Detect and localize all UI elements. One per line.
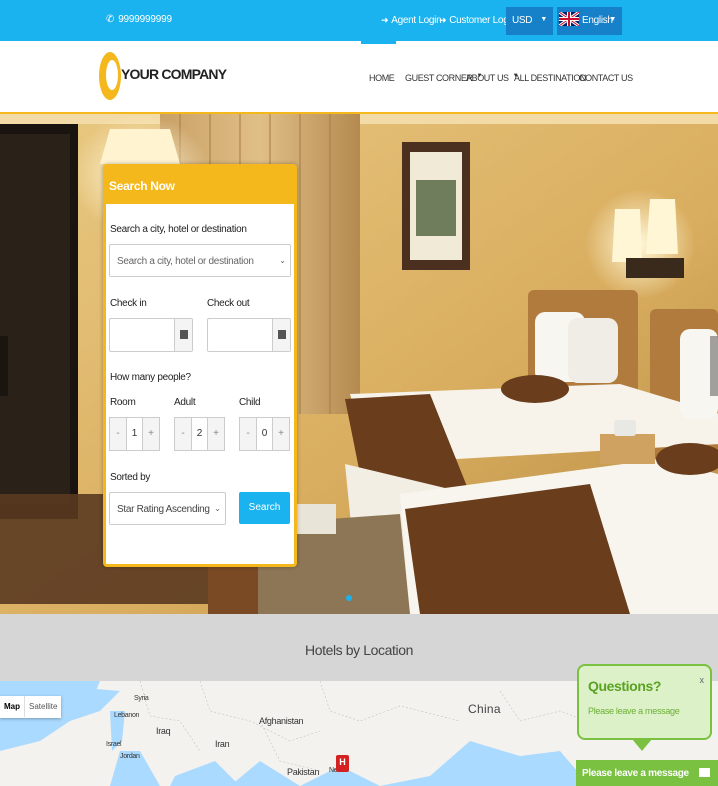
adult-label: Adult xyxy=(174,397,196,408)
search-panel-title: Search Now xyxy=(109,179,175,193)
room-decrement-button[interactable]: - xyxy=(110,418,127,450)
checkin-label: Check in xyxy=(110,298,147,309)
company-logo-text[interactable]: YOUR COMPANY xyxy=(121,66,227,82)
map-type-control: Map Satellite xyxy=(0,696,62,718)
map-label-china: China xyxy=(468,702,501,716)
chat-title: Questions? xyxy=(588,678,662,694)
slider-dot[interactable] xyxy=(346,595,352,601)
customer-login-link[interactable]: ➜ Customer Login xyxy=(439,15,516,26)
destination-select[interactable]: Search a city, hotel or destination ⌄ xyxy=(109,244,291,277)
people-label: How many people? xyxy=(110,372,191,383)
checkout-date-input[interactable] xyxy=(207,318,291,352)
room-value[interactable]: 1 xyxy=(127,418,142,450)
top-bar: ✆ 9999999999 ➜ Agent Login ➜ Customer Login… xyxy=(0,0,718,41)
envelope-icon xyxy=(699,768,710,777)
adult-decrement-button[interactable]: - xyxy=(175,418,192,450)
map-label-lebanon: Lebanon xyxy=(114,712,140,719)
slider-prev-button[interactable] xyxy=(0,336,8,396)
checkin-date-input[interactable] xyxy=(109,318,193,352)
language-select[interactable]: English ▼ xyxy=(557,7,622,35)
child-stepper: - 0 + xyxy=(239,417,290,451)
map-label-jordan: Jordan xyxy=(120,753,140,760)
calendar-icon xyxy=(180,330,188,339)
calendar-icon xyxy=(278,330,286,339)
checkout-calendar-button[interactable] xyxy=(272,319,290,351)
chat-subtitle: Please leave a message xyxy=(588,706,680,716)
map-label-afghanistan: Afghanistan xyxy=(259,716,304,726)
chat-prompt-bubble[interactable]: Questions? Please leave a message x xyxy=(577,664,712,740)
nav-active-indicator xyxy=(361,41,396,44)
child-label: Child xyxy=(239,397,261,408)
room-stepper: - 1 + xyxy=(109,417,160,451)
uk-flag-icon xyxy=(559,12,579,26)
sorted-by-label: Sorted by xyxy=(110,472,151,483)
map-label-iran: Iran xyxy=(215,739,230,749)
map-label-syria: Syria xyxy=(134,695,149,702)
chat-bar-label: Please leave a message xyxy=(582,768,689,779)
nav-about-us[interactable]: ABOUT US ▼ xyxy=(466,73,519,83)
sign-in-icon: ➜ xyxy=(439,15,447,25)
chat-bubble-tail xyxy=(632,739,652,751)
nav-all-destination[interactable]: ALL DESTINATION xyxy=(514,73,586,83)
slider-pagination xyxy=(346,588,357,606)
adult-increment-button[interactable]: + xyxy=(207,418,224,450)
search-button[interactable]: Search xyxy=(239,492,290,524)
checkout-label: Check out xyxy=(207,298,250,309)
sort-select[interactable]: Star Rating Ascending ⌄ xyxy=(109,492,226,525)
currency-select[interactable]: USD ▼ xyxy=(506,7,553,35)
map-label-pakistan: Pakistan xyxy=(287,767,320,777)
sign-in-icon: ➜ xyxy=(381,15,389,25)
child-decrement-button[interactable]: - xyxy=(240,418,257,450)
nav-contact-us[interactable]: CONTACT US xyxy=(579,73,633,83)
child-increment-button[interactable]: + xyxy=(272,418,289,450)
slider-next-button[interactable] xyxy=(710,336,718,396)
chevron-down-icon: ⌄ xyxy=(279,256,286,265)
map-label-iraq: Iraq xyxy=(156,726,171,736)
map-label-israel: Israel xyxy=(106,741,122,748)
phone-icon: ✆ xyxy=(106,14,115,25)
site-header: YOUR COMPANY HOME GUEST CORNER ▼ ABOUT US… xyxy=(0,41,718,114)
close-icon[interactable]: x xyxy=(700,675,705,685)
adult-stepper: - 2 + xyxy=(174,417,225,451)
chevron-down-icon: ▼ xyxy=(540,16,547,23)
destination-label: Search a city, hotel or destination xyxy=(110,224,247,235)
chevron-down-icon: ▼ xyxy=(609,16,616,23)
map-tab-map[interactable]: Map xyxy=(0,696,24,717)
adult-value[interactable]: 2 xyxy=(192,418,207,450)
checkin-calendar-button[interactable] xyxy=(174,319,192,351)
agent-login-link[interactable]: ➜ Agent Login xyxy=(381,15,442,26)
section-title: Hotels by Location xyxy=(305,642,413,658)
nav-home[interactable]: HOME xyxy=(369,73,395,83)
child-value[interactable]: 0 xyxy=(257,418,272,450)
room-label: Room xyxy=(110,397,136,408)
chevron-down-icon: ⌄ xyxy=(214,504,221,513)
phone-number[interactable]: ✆ 9999999999 xyxy=(106,14,172,25)
search-panel-header: Search Now xyxy=(103,164,297,204)
chat-message-bar[interactable]: Please leave a message xyxy=(576,760,718,786)
map-tab-satellite[interactable]: Satellite xyxy=(24,696,61,717)
room-increment-button[interactable]: + xyxy=(142,418,159,450)
hotel-map-marker[interactable]: H xyxy=(336,755,349,772)
